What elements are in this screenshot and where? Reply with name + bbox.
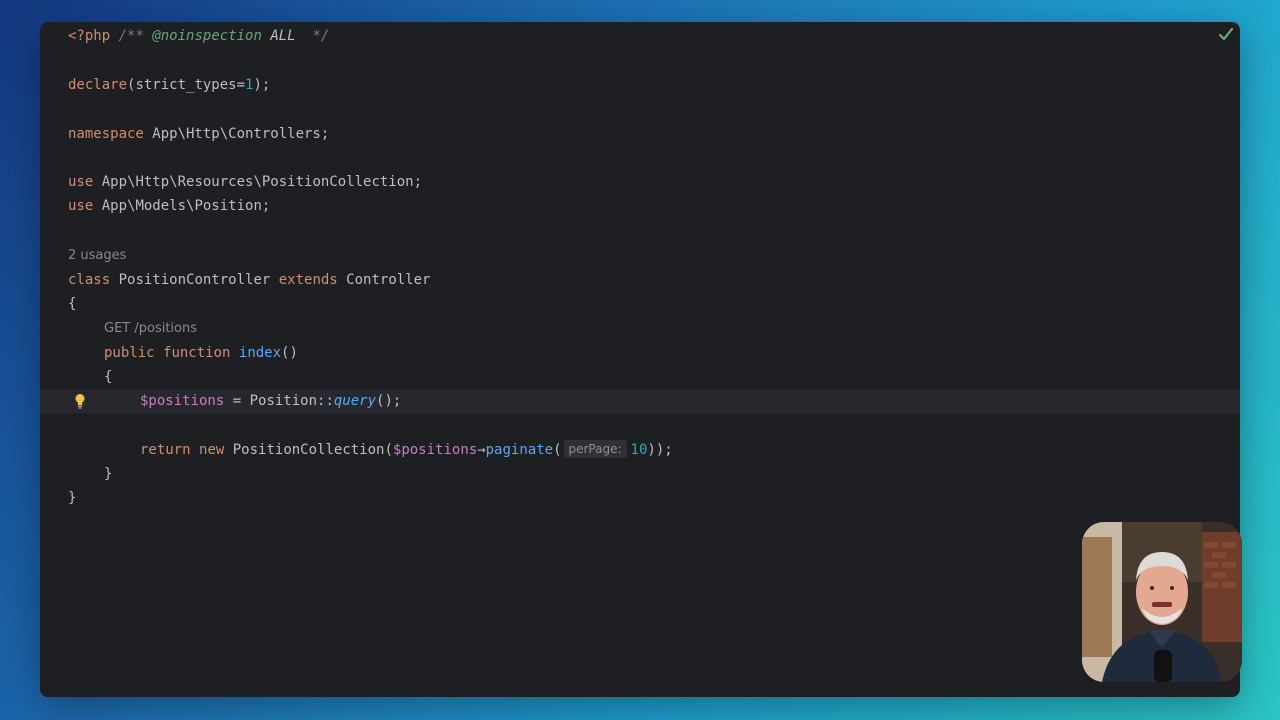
return-end: )); [647,442,673,458]
call-end: (); [376,393,402,409]
collection-class: PositionCollection( [224,442,393,458]
route-hint-line[interactable]: GET /positions [40,317,1240,341]
class-name: PositionController [110,272,279,288]
public-keyword: public [104,345,155,361]
position-class-ref: = Position:: [224,393,334,409]
paginate-paren: ( [553,442,562,458]
parameter-hint: perPage: [563,440,627,458]
code-line-1[interactable]: <?php /** @noinspection ALL */ [40,24,1240,48]
lightbulb-icon[interactable] [74,393,86,409]
annotation-argument: ALL [270,28,296,44]
use-import: App\Http\Resources\PositionCollection; [93,174,423,190]
code-line-declare[interactable]: declare(strict_types=1); [40,73,1240,97]
code-line-method[interactable]: public function index() [40,341,1240,365]
presenter-video [1082,522,1242,682]
paginate-method: paginate [485,442,554,458]
code-line-return[interactable]: return new PositionCollection($positions… [40,438,1240,462]
code-line-class[interactable]: class PositionController extends Control… [40,268,1240,292]
code-line-current[interactable]: $positions = Position::query(); [40,389,1240,413]
arrow-operator: → [477,442,486,458]
use-keyword: use [68,174,94,190]
use-keyword: use [68,198,94,214]
code-line-brace-close[interactable]: } [40,486,1240,510]
code-line-namespace[interactable]: namespace App\Http\Controllers; [40,122,1240,146]
usages-hint[interactable]: 2 usages [68,244,126,268]
usages-hint-line[interactable]: 2 usages [40,244,1240,268]
positions-variable: $positions [392,442,478,458]
code-line-use-2[interactable]: use App\Models\Position; [40,194,1240,218]
code-line-use-1[interactable]: use App\Http\Resources\PositionCollectio… [40,170,1240,194]
code-line-method-brace-open[interactable]: { [40,365,1240,389]
declare-keyword: declare [68,77,128,93]
method-name: index [238,345,282,361]
query-call: query [333,393,377,409]
method-parens: () [281,345,298,361]
doc-comment-close: */ [312,28,330,44]
per-page-value: 10 [630,442,648,458]
php-open-tag: <?php [68,28,111,44]
code-editor[interactable]: <?php /** @noinspection ALL */ declare(s… [40,22,1240,697]
class-brace-close: } [68,490,77,506]
extends-keyword: extends [278,272,338,288]
return-keyword: return [140,442,191,458]
positions-variable: $positions [140,393,225,409]
declare-arg: (strict_types= [127,77,246,93]
namespace-name: App\Http\Controllers; [143,126,330,142]
class-keyword: class [68,272,111,288]
use-import: App\Models\Position; [93,198,271,214]
noinspection-annotation: @noinspection [152,28,262,44]
method-brace-close: } [104,466,113,482]
function-keyword: function [163,345,231,361]
new-keyword: new [199,442,225,458]
parent-class: Controller [337,272,431,288]
namespace-keyword: namespace [68,126,144,142]
doc-comment-open: /** [118,28,144,44]
method-brace-open: { [104,369,113,385]
presenter-webcam [1082,522,1242,682]
declare-end: ); [253,77,271,93]
class-brace-open: { [68,296,77,312]
route-hint[interactable]: GET /positions [104,317,197,341]
code-line-brace-open[interactable]: { [40,292,1240,316]
code-line-method-brace-close[interactable]: } [40,462,1240,486]
